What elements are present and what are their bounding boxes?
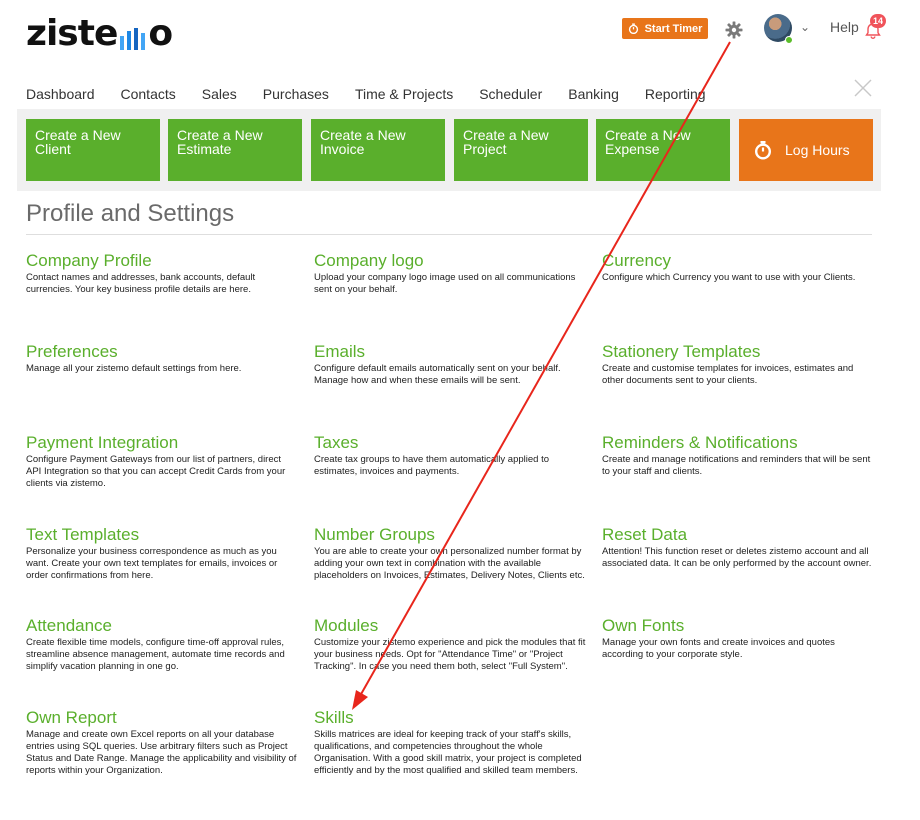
setting-description: You are able to create your own personal…	[314, 546, 585, 581]
setting-title[interactable]: Own Report	[26, 708, 298, 728]
setting-title[interactable]: Reset Data	[602, 525, 874, 545]
setting-title[interactable]: Reminders & Notifications	[602, 433, 874, 453]
setting-description: Configure default emails automatically s…	[314, 363, 561, 386]
setting-description: Create and manage notifications and remi…	[602, 454, 871, 477]
stopwatch-icon	[628, 23, 638, 34]
online-status-dot	[785, 36, 793, 44]
page-title: Profile and Settings	[26, 200, 235, 227]
setting-description: Attention! This function reset or delete…	[602, 546, 872, 569]
setting-company-logo: Company logo Upload your company logo im…	[314, 251, 586, 296]
setting-payment-integration: Payment Integration Configure Payment Ga…	[26, 433, 298, 490]
setting-currency: Currency Configure which Currency you wa…	[602, 251, 874, 284]
title-divider	[26, 234, 872, 235]
setting-title[interactable]: Own Fonts	[602, 616, 874, 636]
setting-title[interactable]: Company Profile	[26, 251, 298, 271]
setting-title[interactable]: Number Groups	[314, 525, 586, 545]
help-link[interactable]: Help	[830, 19, 859, 35]
setting-description: Customize your zistemo experience and pi…	[314, 637, 586, 672]
setting-emails: Emails Configure default emails automati…	[314, 342, 586, 387]
logo-text-prefix: zist	[26, 13, 95, 54]
setting-reset-data: Reset Data Attention! This function rese…	[602, 525, 874, 570]
setting-reminders-notifications: Reminders & Notifications Create and man…	[602, 433, 874, 478]
setting-skills: Skills Skills matrices are ideal for kee…	[314, 708, 586, 777]
setting-own-report: Own Report Manage and create own Excel r…	[26, 708, 298, 777]
setting-own-fonts: Own Fonts Manage your own fonts and crea…	[602, 616, 874, 661]
setting-number-groups: Number Groups You are able to create you…	[314, 525, 586, 582]
nav-item-banking[interactable]: Banking	[568, 86, 619, 102]
create-project-line2: Project	[463, 141, 507, 157]
setting-text-templates: Text Templates Personalize your business…	[26, 525, 298, 582]
notification-count-badge: 14	[870, 14, 887, 28]
chevron-down-icon[interactable]: ⌄	[800, 20, 810, 34]
setting-company-profile: Company Profile Contact names and addres…	[26, 251, 298, 296]
nav-item-contacts[interactable]: Contacts	[121, 86, 176, 102]
setting-description: Manage your own fonts and create invoice…	[602, 637, 835, 660]
nav-item-dashboard[interactable]: Dashboard	[26, 86, 95, 102]
nav-item-time-projects[interactable]: Time & Projects	[355, 86, 453, 102]
create-estimate-line1: Create a New	[177, 127, 263, 143]
create-client-button[interactable]: Create a New Client	[26, 119, 160, 181]
setting-stationery-templates: Stationery Templates Create and customis…	[602, 342, 874, 387]
setting-description: Configure which Currency you want to use…	[602, 272, 856, 283]
setting-title[interactable]: Preferences	[26, 342, 298, 362]
setting-preferences: Preferences Manage all your zistemo defa…	[26, 342, 298, 375]
stopwatch-icon	[754, 141, 772, 160]
create-client-line2: Client	[35, 141, 71, 157]
create-estimate-line2: Estimate	[177, 141, 232, 157]
setting-description: Create tax groups to have them automatic…	[314, 454, 549, 477]
create-project-button[interactable]: Create a New Project	[454, 119, 588, 181]
setting-description: Manage all your zistemo default settings…	[26, 363, 242, 374]
start-timer-button[interactable]: Start Timer	[622, 18, 708, 39]
start-timer-label: Start Timer	[644, 22, 703, 35]
setting-title[interactable]: Company logo	[314, 251, 586, 271]
setting-title[interactable]: Text Templates	[26, 525, 298, 545]
setting-title[interactable]: Modules	[314, 616, 586, 636]
setting-description: Configure Payment Gateways from our list…	[26, 454, 286, 489]
nav-item-reporting[interactable]: Reporting	[645, 86, 706, 102]
quick-actions-bar: Create a New Client Create a New Estimat…	[17, 109, 881, 191]
zistemo-logo[interactable]: zist e o	[26, 13, 173, 54]
setting-title[interactable]: Payment Integration	[26, 433, 298, 453]
setting-taxes: Taxes Create tax groups to have them aut…	[314, 433, 586, 478]
setting-description: Create flexible time models, configure t…	[26, 637, 285, 672]
setting-description: Contact names and addresses, bank accoun…	[26, 272, 256, 295]
close-icon[interactable]	[852, 77, 874, 99]
main-nav: Dashboard Contacts Sales Purchases Time …	[26, 86, 706, 102]
create-estimate-button[interactable]: Create a New Estimate	[168, 119, 302, 181]
setting-description: Manage and create own Excel reports on a…	[26, 729, 297, 776]
logo-bars-mark	[120, 28, 146, 50]
logo-text-suffix: o	[148, 13, 173, 54]
setting-title[interactable]: Skills	[314, 708, 586, 728]
nav-item-purchases[interactable]: Purchases	[263, 86, 329, 102]
setting-title[interactable]: Stationery Templates	[602, 342, 874, 362]
setting-modules: Modules Customize your zistemo experienc…	[314, 616, 586, 673]
setting-attendance: Attendance Create flexible time models, …	[26, 616, 298, 673]
create-invoice-line2: Invoice	[320, 141, 365, 157]
setting-description: Upload your company logo image used on a…	[314, 272, 576, 295]
setting-description: Skills matrices are ideal for keeping tr…	[314, 729, 582, 776]
setting-title[interactable]: Taxes	[314, 433, 586, 453]
create-invoice-line1: Create a New	[320, 127, 406, 143]
setting-description: Personalize your business correspondence…	[26, 546, 278, 581]
nav-item-scheduler[interactable]: Scheduler	[479, 86, 542, 102]
logo-text-e: e	[93, 13, 118, 54]
gear-icon[interactable]	[724, 20, 744, 40]
log-hours-label: Log Hours	[785, 142, 850, 158]
create-invoice-button[interactable]: Create a New Invoice	[311, 119, 445, 181]
setting-title[interactable]: Attendance	[26, 616, 298, 636]
create-project-line1: Create a New	[463, 127, 549, 143]
create-expense-line1: Create a New	[605, 127, 691, 143]
log-hours-button[interactable]: Log Hours	[739, 119, 873, 181]
setting-description: Create and customise templates for invoi…	[602, 363, 854, 386]
create-expense-button[interactable]: Create a New Expense	[596, 119, 730, 181]
setting-title[interactable]: Currency	[602, 251, 874, 271]
nav-item-sales[interactable]: Sales	[202, 86, 237, 102]
setting-title[interactable]: Emails	[314, 342, 586, 362]
create-expense-line2: Expense	[605, 141, 660, 157]
create-client-line1: Create a New	[35, 127, 121, 143]
